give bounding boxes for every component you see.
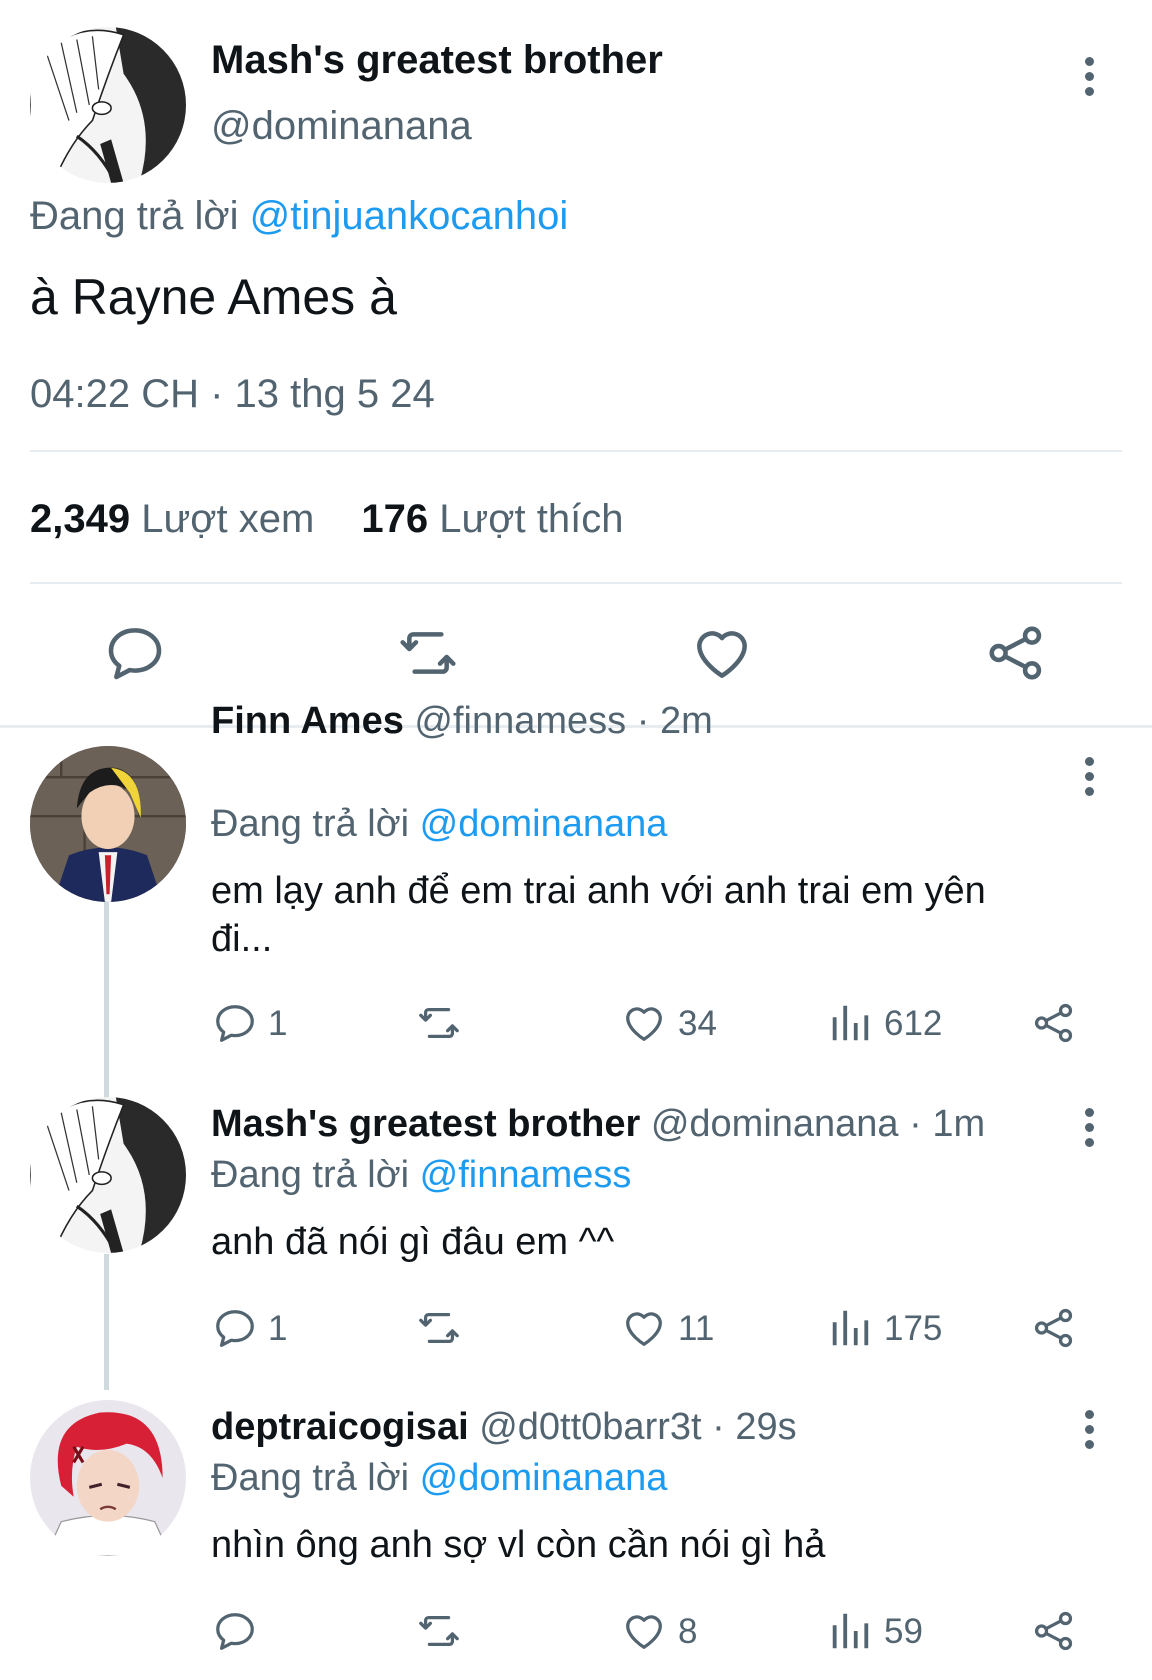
tweet-text: à Rayne Ames à — [30, 269, 397, 325]
reply-time: · 2m — [636, 700, 713, 742]
reply-icon[interactable] — [212, 1000, 258, 1046]
share-icon[interactable] — [1031, 1608, 1077, 1654]
retweet-icon[interactable] — [416, 1608, 462, 1654]
avatar-image — [30, 1097, 186, 1253]
replying-to-line: Đang trả lời @tinjuankocanhoi — [30, 192, 568, 240]
views-count: 2,349 — [30, 497, 131, 541]
avatar-image — [30, 746, 186, 902]
avatar-image — [30, 27, 186, 183]
likes-label[interactable]: Lượt thích — [439, 497, 623, 541]
handle[interactable]: @dominanana — [211, 102, 472, 150]
handle[interactable]: @finnamess — [414, 700, 626, 742]
view-count: 59 — [884, 1612, 923, 1651]
reply-time: · 1m — [909, 1103, 986, 1145]
display-name[interactable]: Mash's greatest brother — [211, 36, 663, 84]
replying-to-link[interactable]: @tinjuankocanhoi — [250, 194, 569, 238]
retweet-icon[interactable] — [416, 1000, 462, 1046]
more-options-icon[interactable] — [1077, 57, 1101, 96]
heart-icon[interactable] — [621, 1000, 667, 1046]
reply-count: 1 — [268, 1004, 288, 1043]
heart-icon[interactable] — [621, 1608, 667, 1654]
reply-text: nhìn ông anh sợ vl còn cần nói gì hả — [211, 1524, 826, 1566]
thread-line — [104, 1254, 109, 1390]
replying-prefix: Đang trả lời — [30, 194, 239, 238]
retweet-icon[interactable] — [416, 1305, 462, 1351]
reply-text-line: em lạy anh để em trai anh với anh trai e… — [211, 870, 986, 912]
replying-prefix: Đang trả lời — [211, 803, 410, 845]
reply-header: deptraicogisai @d0tt0barr3t · 29s — [211, 1404, 797, 1450]
views-label: Lượt xem — [141, 497, 315, 541]
display-name[interactable]: Finn Ames — [211, 700, 404, 742]
display-name[interactable]: deptraicogisai — [211, 1406, 469, 1448]
reply-count: 1 — [268, 1309, 288, 1348]
reply-text: em lạy anh để em trai anh với anh trai e… — [211, 867, 986, 963]
like-count: 8 — [678, 1612, 698, 1651]
divider — [30, 582, 1122, 584]
display-name[interactable]: Mash's greatest brother — [211, 1103, 640, 1145]
reply-time: · 29s — [712, 1406, 797, 1448]
heart-icon[interactable] — [690, 621, 754, 685]
more-options-icon[interactable] — [1077, 1108, 1101, 1147]
avatar[interactable] — [30, 1400, 186, 1556]
views-icon[interactable] — [827, 1000, 873, 1046]
share-icon[interactable] — [984, 621, 1048, 685]
like-count: 11 — [678, 1309, 715, 1348]
replying-to-link[interactable]: @finnamess — [420, 1154, 632, 1196]
replying-to-link[interactable]: @dominanana — [420, 1457, 668, 1499]
replying-to-line: Đang trả lời @finnamess — [211, 1152, 631, 1198]
handle[interactable]: @dominanana — [651, 1103, 899, 1145]
share-icon[interactable] — [1031, 1000, 1077, 1046]
divider — [30, 450, 1122, 452]
views-icon[interactable] — [827, 1608, 873, 1654]
more-options-icon[interactable] — [1077, 1410, 1101, 1449]
reply-icon[interactable] — [103, 621, 167, 685]
avatar[interactable] — [30, 1097, 186, 1253]
share-icon[interactable] — [1031, 1305, 1077, 1351]
likes-count[interactable]: 176 — [361, 497, 428, 541]
views-icon[interactable] — [827, 1305, 873, 1351]
avatar-image — [30, 1400, 186, 1556]
reply-icon[interactable] — [212, 1608, 258, 1654]
replying-to-link[interactable]: @dominanana — [420, 803, 668, 845]
avatar[interactable] — [30, 746, 186, 902]
view-count: 175 — [884, 1309, 943, 1348]
replying-to-line: Đang trả lời @dominanana — [211, 801, 667, 847]
retweet-icon[interactable] — [396, 621, 460, 685]
avatar[interactable] — [30, 27, 186, 183]
reply-header: Finn Ames @finnamess · 2m — [211, 698, 713, 744]
heart-icon[interactable] — [621, 1305, 667, 1351]
reply-icon[interactable] — [212, 1305, 258, 1351]
replying-prefix: Đang trả lời — [211, 1154, 410, 1196]
reply-text-line: đi... — [211, 918, 273, 960]
thread-line — [104, 902, 109, 1098]
like-count: 34 — [678, 1004, 717, 1043]
replying-prefix: Đang trả lời — [211, 1457, 410, 1499]
more-options-icon[interactable] — [1077, 757, 1101, 796]
engagement-stats: 2,349 Lượt xem 176 Lượt thích — [30, 495, 623, 543]
replying-to-line: Đang trả lời @dominanana — [211, 1455, 667, 1501]
timestamp[interactable]: 04:22 CH · 13 thg 5 24 — [30, 370, 435, 418]
reply-header: Mash's greatest brother @dominanana · 1m — [211, 1101, 985, 1147]
reply-text: anh đã nói gì đâu em ^^ — [211, 1221, 615, 1263]
view-count: 612 — [884, 1004, 943, 1043]
handle[interactable]: @d0tt0barr3t — [479, 1406, 701, 1448]
